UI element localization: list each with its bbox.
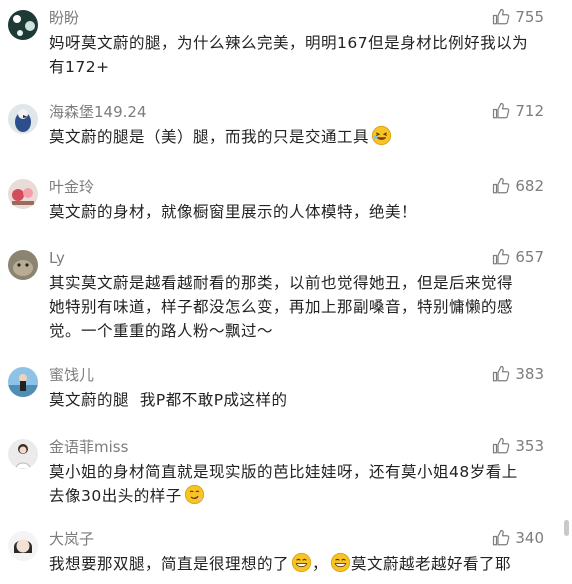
comment-line: 莫小姐的身材简直就是现实版的芭比娃娃呀，还有莫小姐48岁看上 [49, 463, 518, 481]
like-count: 755 [515, 8, 544, 26]
comment-item: Ly 657 其实莫文蔚是越看越耐看的那类，以前也觉得她丑，但是后来觉得 她特别… [0, 245, 560, 345]
thumbs-up-icon [492, 529, 510, 547]
user-name[interactable]: Ly [49, 249, 65, 267]
thumbs-up-icon [492, 437, 510, 455]
comment-text: 莫文蔚的身材，就像橱窗里展示的人体模特，绝美！ [49, 200, 560, 224]
thumbs-up-icon [492, 365, 510, 383]
comment-line: 莫文蔚的身材，就像橱窗里展示的人体模特，绝美！ [49, 203, 418, 221]
comment-item: 叶金玲 682 莫文蔚的身材，就像橱窗里展示的人体模特，绝美！ [0, 174, 560, 234]
avatar[interactable] [8, 531, 38, 561]
comment-item: 盼盼 755 妈呀莫文蔚的腿，为什么辣么完美，明明167但是身材比例好我以为 有… [0, 5, 560, 80]
comment-line: 觉。一个重重的路人粉～飘过～ [49, 322, 274, 340]
avatar[interactable] [8, 439, 38, 469]
comment-item: 大岚子 340 我想要那双腿，简直是很理想的了 ， 莫文蔚越老越好看了耶 [0, 526, 560, 584]
comment-item: 金语菲miss 353 莫小姐的身材简直就是现实版的芭比娃娃呀，还有莫小姐48岁… [0, 434, 560, 514]
comment-line: 莫文蔚的腿 我P都不敢P成这样的 [49, 391, 288, 409]
comment-item: 海森堡149.24 712 莫文蔚的腿是（美）腿，而我的只是交通工具 [0, 99, 560, 159]
like-button[interactable]: 383 [492, 365, 544, 383]
thumbs-up-icon [492, 102, 510, 120]
like-button[interactable]: 340 [492, 529, 544, 547]
comment-text: 我想要那双腿，简直是很理想的了 ， 莫文蔚越老越好看了耶 [49, 552, 560, 576]
like-count: 682 [515, 177, 544, 195]
comment-text: 莫文蔚的腿 我P都不敢P成这样的 [49, 388, 560, 412]
comment-line: 其实莫文蔚是越看越耐看的那类，以前也觉得她丑，但是后来觉得 [49, 274, 514, 292]
comment-text: 其实莫文蔚是越看越耐看的那类，以前也觉得她丑，但是后来觉得 她特别有味道，样子都… [49, 271, 560, 343]
comment-text: 莫文蔚的腿是（美）腿，而我的只是交通工具 [49, 125, 560, 149]
user-name[interactable]: 叶金玲 [49, 178, 94, 196]
like-button[interactable]: 712 [492, 102, 544, 120]
comment-line: 妈呀莫文蔚的腿，为什么辣么完美，明明167但是身材比例好我以为 [49, 34, 529, 52]
comment-line: ， [312, 555, 329, 573]
thumbs-up-icon [492, 177, 510, 195]
grin-emoji-icon [291, 552, 312, 573]
like-count: 712 [515, 102, 544, 120]
like-button[interactable]: 682 [492, 177, 544, 195]
user-name[interactable]: 蜜饯儿 [49, 366, 94, 384]
thumbs-up-icon [492, 8, 510, 26]
comment-line: 去像30出头的样子 [49, 487, 182, 505]
like-button[interactable]: 755 [492, 8, 544, 26]
like-button[interactable]: 353 [492, 437, 544, 455]
comment-line: 有172+ [49, 58, 110, 76]
like-count: 353 [515, 437, 544, 455]
comment-line: 莫文蔚越老越好看了耶 [351, 555, 512, 573]
avatar[interactable] [8, 179, 38, 209]
like-count: 340 [515, 529, 544, 547]
avatar[interactable] [8, 10, 38, 40]
comment-line: 莫文蔚的腿是（美）腿，而我的只是交通工具 [49, 128, 370, 146]
comment-line: 我想要那双腿，简直是很理想的了 [49, 555, 290, 573]
comment-line: 她特别有味道，样子都没怎么变，再加上那副嗓音，特别慵懒的感 [49, 298, 514, 316]
user-name[interactable]: 金语菲miss [49, 438, 128, 456]
comment-text: 莫小姐的身材简直就是现实版的芭比娃娃呀，还有莫小姐48岁看上 去像30出头的样子 [49, 460, 560, 508]
smirk-emoji-icon [184, 484, 205, 505]
laughing-emoji-icon [371, 125, 392, 146]
comment-item: 蜜饯儿 383 莫文蔚的腿 我P都不敢P成这样的 [0, 362, 560, 422]
grin-emoji-icon [330, 552, 351, 573]
like-button[interactable]: 657 [492, 248, 544, 266]
user-name[interactable]: 盼盼 [49, 9, 79, 27]
avatar[interactable] [8, 367, 38, 397]
like-count: 657 [515, 248, 544, 266]
scrollbar[interactable] [564, 520, 569, 536]
avatar[interactable] [8, 104, 38, 134]
comment-list: 盼盼 755 妈呀莫文蔚的腿，为什么辣么完美，明明167但是身材比例好我以为 有… [0, 0, 572, 584]
avatar[interactable] [8, 250, 38, 280]
user-name[interactable]: 大岚子 [49, 530, 94, 548]
comment-text: 妈呀莫文蔚的腿，为什么辣么完美，明明167但是身材比例好我以为 有172+ [49, 31, 560, 79]
thumbs-up-icon [492, 248, 510, 266]
like-count: 383 [515, 365, 544, 383]
user-name[interactable]: 海森堡149.24 [49, 103, 147, 121]
